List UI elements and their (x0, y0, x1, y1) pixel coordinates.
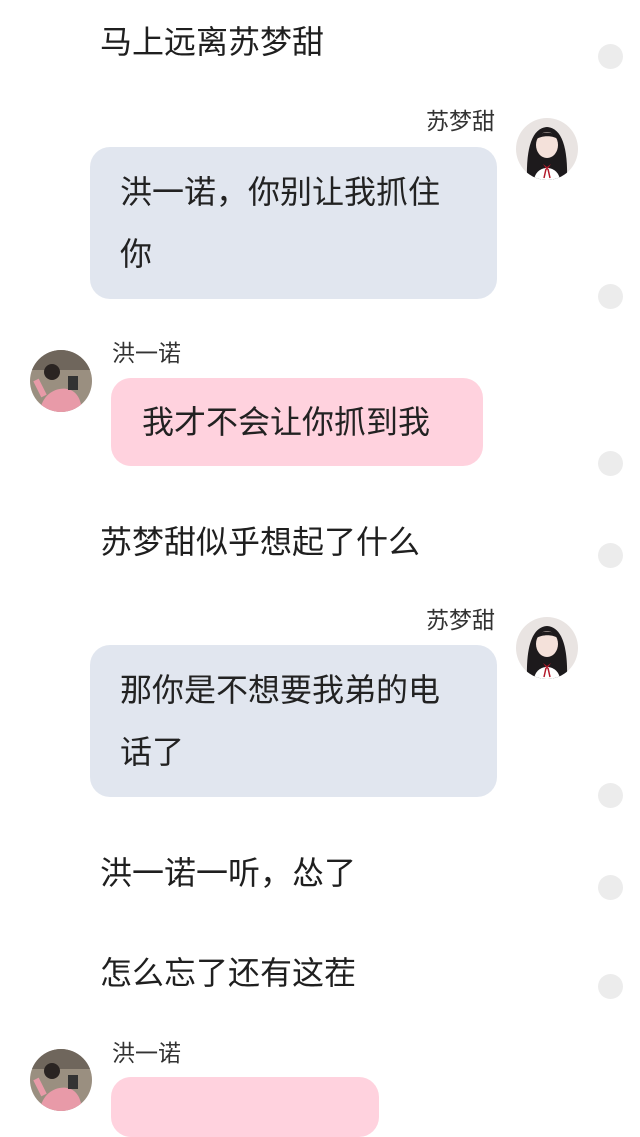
comment-dot[interactable] (598, 543, 623, 568)
message-text: 洪一诺，你别让我抓住你 (120, 173, 441, 273)
comment-dot[interactable] (598, 284, 623, 309)
avatar-su-mengtian[interactable] (516, 118, 578, 180)
comment-dot[interactable] (598, 44, 623, 69)
avatar-hong-yinuo[interactable] (30, 350, 92, 412)
avatar-hong-yinuo[interactable] (30, 1049, 92, 1111)
message-text: 我才不会让你抓到我 (142, 403, 431, 441)
comment-dot[interactable] (598, 875, 623, 900)
comment-dot[interactable] (598, 783, 623, 808)
message-text: 那你是不想要我弟的电话了 (120, 671, 441, 771)
sender-name: 苏梦甜 (426, 608, 495, 634)
message-bubble-left[interactable]: 我才不会让你抓到我 (111, 378, 483, 466)
message-bubble-left[interactable] (111, 1077, 379, 1137)
message-bubble-right[interactable]: 那你是不想要我弟的电话了 (90, 645, 497, 797)
sender-name: 苏梦甜 (426, 109, 495, 135)
narration-line: 马上远离苏梦甜 (100, 23, 325, 61)
narration-line: 苏梦甜似乎想起了什么 (100, 523, 421, 561)
comment-dot[interactable] (598, 451, 623, 476)
sender-name: 洪一诺 (112, 341, 181, 367)
comment-dot[interactable] (598, 974, 623, 999)
narration-line: 洪一诺一听，怂了 (100, 854, 357, 892)
narration-line: 怎么忘了还有这茬 (100, 954, 357, 992)
sender-name: 洪一诺 (112, 1041, 181, 1067)
message-bubble-right[interactable]: 洪一诺，你别让我抓住你 (90, 147, 497, 299)
avatar-su-mengtian[interactable] (516, 617, 578, 679)
